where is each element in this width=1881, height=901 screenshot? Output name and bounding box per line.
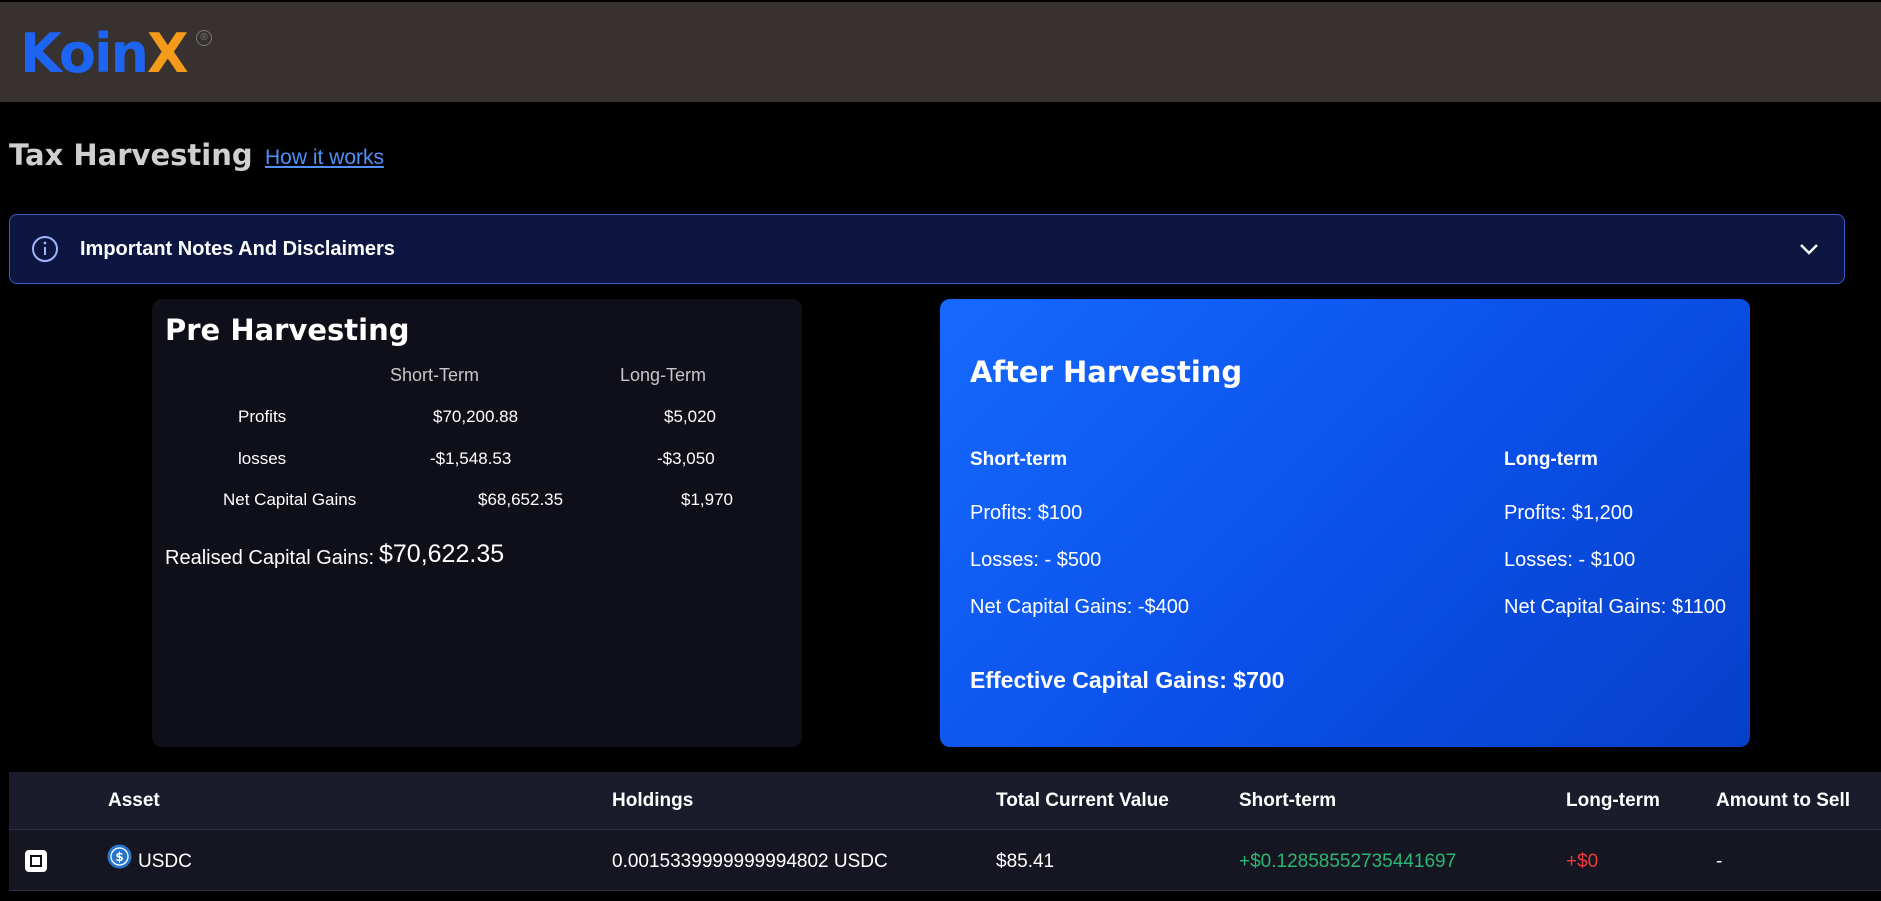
pre-row-label: Net Capital Gains <box>223 490 357 509</box>
notes-label: Important Notes And Disclaimers <box>80 238 395 260</box>
col-amount-to-sell[interactable]: Amount to Sell <box>1716 790 1850 812</box>
svg-text:$: $ <box>115 850 123 864</box>
effective-capital-gains: Effective Capital Gains: $700 <box>970 667 1285 693</box>
registered-mark-icon: ® <box>196 30 212 46</box>
after-short-losses: Losses: - $500 <box>970 549 1102 571</box>
pre-row-long: $1,970 <box>681 490 733 509</box>
amount-to-sell: - <box>1716 851 1723 872</box>
after-short-profits: Profits: $100 <box>970 502 1083 524</box>
pre-row-long: $5,020 <box>664 407 716 426</box>
pre-row-short: $70,200.88 <box>433 407 519 426</box>
info-icon <box>32 236 58 262</box>
long-term-gain: +$0 <box>1566 851 1599 872</box>
holdings-value: 0.0015339999999994802 USDC <box>612 851 888 872</box>
notes-disclaimer-accordion[interactable]: Important Notes And Disclaimers <box>9 214 1845 284</box>
realised-gains-label: Realised Capital Gains: <box>165 547 374 569</box>
asset-name: USDC <box>138 851 192 872</box>
col-holdings[interactable]: Holdings <box>612 790 693 812</box>
page-title: Tax Harvesting <box>9 138 253 172</box>
how-it-works-link[interactable]: How it works <box>265 146 384 170</box>
col-short-term[interactable]: Short-term <box>1239 790 1336 812</box>
after-long-losses: Losses: - $100 <box>1504 549 1636 571</box>
logo-text-main: Koin <box>20 22 149 85</box>
after-long-net: Net Capital Gains: $1100 <box>1504 596 1726 618</box>
total-current-value: $85.41 <box>996 851 1055 872</box>
table-row[interactable]: $ USDC 0.0015339999999994802 USDC $85.41… <box>9 830 1881 891</box>
logo-text-accent: X <box>146 22 189 85</box>
chevron-down-icon[interactable] <box>1796 236 1822 262</box>
top-bar: KoinX ® <box>0 2 1881 102</box>
after-harvesting-card: After Harvesting Short-term Profits: $10… <box>940 299 1750 747</box>
after-short-net: Net Capital Gains: -$400 <box>970 596 1190 618</box>
col-asset[interactable]: Asset <box>108 790 160 812</box>
usdc-coin-icon: $ <box>107 844 132 869</box>
pre-header-short-term: Short-Term <box>390 365 480 385</box>
pre-row-short: -$1,548.53 <box>430 449 512 468</box>
col-long-term[interactable]: Long-term <box>1566 790 1660 812</box>
pre-row-short: $68,652.35 <box>478 490 564 509</box>
after-short-term-heading: Short-term <box>970 449 1068 470</box>
holdings-table-header: Asset Holdings Total Current Value Short… <box>9 772 1881 830</box>
short-term-gain: +$0.12858552735441697 <box>1239 851 1457 872</box>
pre-harvesting-title: Pre Harvesting <box>165 313 410 347</box>
row-select-checkbox[interactable] <box>25 850 47 872</box>
pre-row-long: -$3,050 <box>657 449 715 468</box>
koinx-logo[interactable]: KoinX <box>20 26 189 82</box>
pre-row-label: Profits <box>238 407 287 426</box>
col-total-current-value[interactable]: Total Current Value <box>996 790 1169 812</box>
pre-header-long-term: Long-Term <box>620 365 707 385</box>
after-long-profits: Profits: $1,200 <box>1504 502 1633 524</box>
after-harvesting-title: After Harvesting <box>970 355 1243 389</box>
pre-row-label: losses <box>238 449 287 468</box>
after-long-term-heading: Long-term <box>1504 449 1598 470</box>
pre-harvesting-card: Pre Harvesting Short-Term Long-Term Prof… <box>152 299 802 747</box>
realised-gains-value: $70,622.35 <box>379 540 505 568</box>
